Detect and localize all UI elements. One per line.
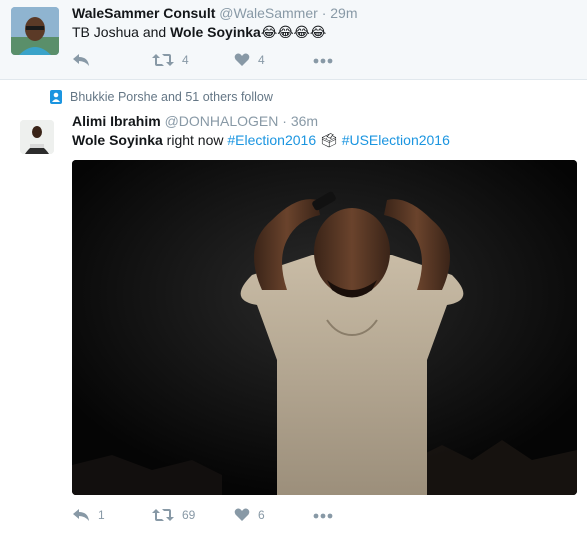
reply-icon [73, 509, 89, 521]
tweet-text-bold: Wole Soyinka [170, 24, 261, 40]
author-name[interactable]: WaleSammer Consult [72, 5, 215, 21]
timestamp[interactable]: 36m [291, 113, 318, 129]
timestamp[interactable]: 29m [330, 5, 357, 21]
more-icon [313, 513, 333, 519]
reply-button[interactable]: 1 [72, 508, 105, 522]
tweet-text-plain: TB Joshua and [72, 24, 171, 40]
avatar[interactable] [11, 7, 59, 55]
follow-context: Bhukkie Porshe and 51 others follow [50, 90, 273, 104]
tweet-photo[interactable] [72, 160, 577, 495]
author-handle[interactable]: @DONHALOGEN [165, 113, 279, 129]
more-button[interactable] [313, 513, 333, 519]
reply-icon [73, 54, 89, 66]
like-count: 6 [258, 508, 265, 522]
separator: · [282, 113, 287, 129]
separator: · [321, 5, 327, 21]
retweet-button[interactable]: 4 [152, 53, 189, 67]
ballot-box-emoji: 🗳 [320, 133, 338, 149]
retweet-button[interactable]: 69 [152, 508, 195, 522]
tweet-text: TB Joshua and Wole Soyinka😂😂😂😂 [72, 24, 326, 41]
emoji-laughing: 😂😂😂😂 [260, 25, 327, 41]
more-button[interactable] [313, 58, 333, 64]
avatar[interactable] [20, 120, 54, 154]
tweet-actions: 4 4 [72, 53, 372, 73]
author-handle[interactable]: @WaleSammer [219, 5, 318, 21]
more-icon [313, 58, 333, 64]
follow-context-text[interactable]: Bhukkie Porshe and 51 others follow [70, 90, 273, 104]
retweet-icon [152, 509, 174, 521]
tweet-text: Wole Soyinka right now #Election2016 🗳 #… [72, 132, 450, 149]
reply-count: 1 [98, 508, 105, 522]
reply-button[interactable] [72, 53, 90, 67]
heart-icon [234, 508, 250, 521]
tweet-card[interactable]: WaleSammer Consult @WaleSammer · 29m TB … [0, 0, 587, 80]
tweet-text-plain: right now [162, 132, 228, 148]
author-name[interactable]: Alimi Ibrahim [72, 113, 161, 129]
retweet-icon [152, 54, 174, 66]
like-button[interactable]: 4 [234, 53, 265, 67]
tweet-text-bold: Wole Soyinka [72, 132, 163, 148]
like-button[interactable]: 6 [234, 508, 265, 522]
person-icon [50, 90, 62, 104]
retweet-count: 69 [182, 508, 196, 522]
tweet-actions: 1 69 6 [72, 508, 372, 528]
like-count: 4 [258, 53, 265, 67]
hashtag-link[interactable]: #Election2016 [227, 132, 316, 148]
retweet-count: 4 [182, 53, 189, 67]
heart-icon [234, 53, 250, 66]
hashtag-link[interactable]: #USElection2016 [342, 132, 450, 148]
